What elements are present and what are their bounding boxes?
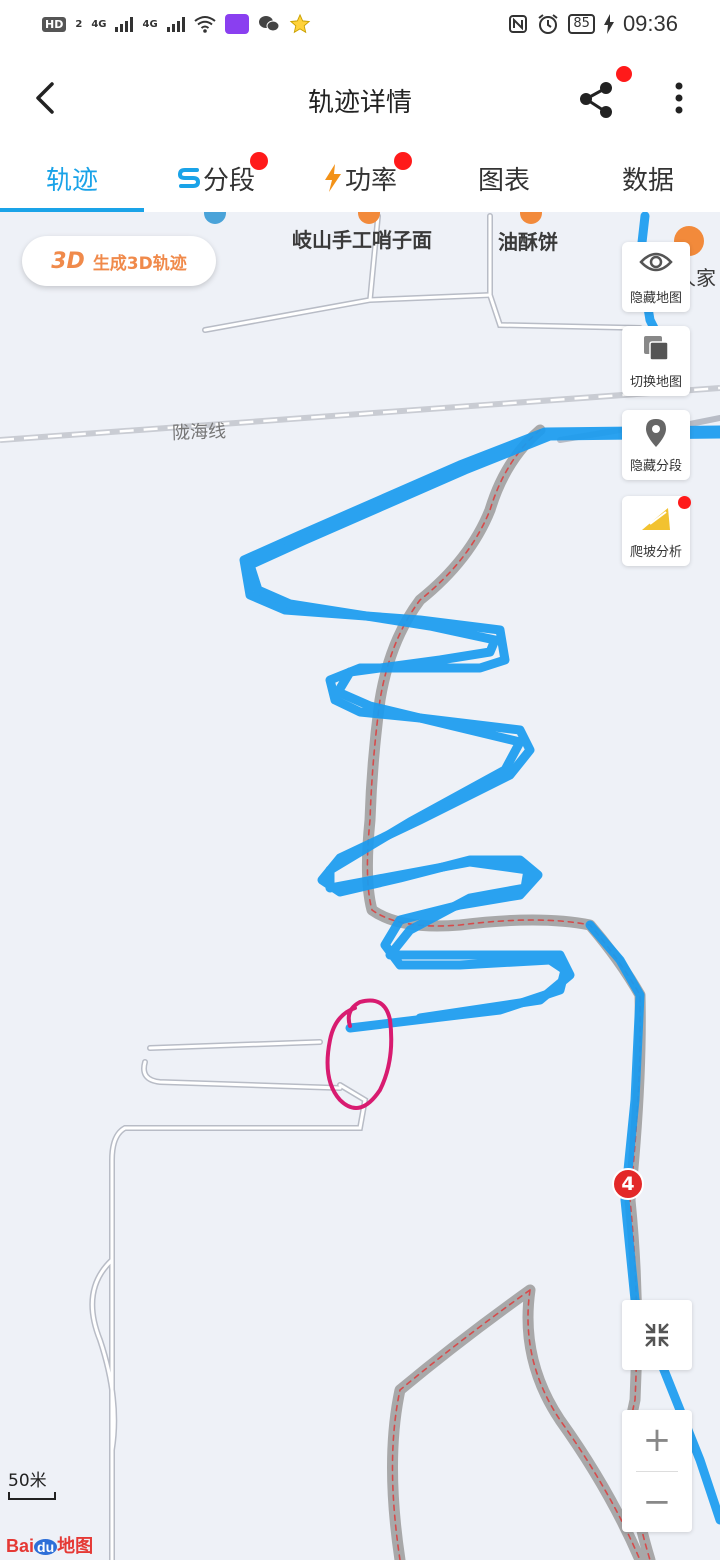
sim-index: 2	[75, 18, 83, 30]
scale-label: 50米	[8, 1471, 47, 1491]
signal-icon	[115, 16, 134, 32]
more-options-button[interactable]	[664, 76, 694, 122]
fit-track-button[interactable]	[622, 1300, 692, 1370]
title-bar: 轨迹详情	[0, 52, 720, 144]
hide-segments-button[interactable]: 隐藏分段	[622, 410, 690, 480]
layers-icon	[644, 336, 669, 361]
app-notification-icon	[224, 14, 249, 34]
poi-label-cake[interactable]: 油酥饼	[498, 226, 558, 255]
map-view[interactable]: 岐山手工哨子面 油酥饼 人家 陇海线 3D 生成3D轨迹 隐藏地图 切换地图 隐…	[0, 212, 720, 1560]
baidu-map-logo: Bai du 地图	[6, 1532, 93, 1558]
wifi-icon	[194, 16, 216, 33]
alarm-icon	[538, 14, 558, 34]
km-marker[interactable]: 4	[612, 1168, 644, 1200]
wechat-icon	[258, 16, 280, 32]
network-type-1: 4G	[91, 18, 107, 30]
status-right: 85 09:36	[508, 11, 678, 37]
more-vertical-icon	[675, 82, 683, 114]
zoom-controls: + −	[622, 1410, 692, 1532]
climb-analysis-notification-dot	[678, 496, 691, 509]
network-type-2: 4G	[142, 18, 158, 30]
status-bar: HD 2 4G 4G 85 09:36	[0, 0, 720, 52]
share-notification-dot	[616, 66, 632, 82]
lightning-icon	[324, 164, 341, 192]
zoom-out-button[interactable]: −	[622, 1472, 692, 1532]
status-left: HD 2 4G 4G	[42, 13, 311, 35]
zoom-in-button[interactable]: +	[622, 1410, 692, 1470]
scale-bar	[8, 1492, 56, 1500]
climb-analysis-button[interactable]: 爬坡分析	[622, 496, 691, 566]
tab-track-label: 轨迹	[45, 165, 98, 196]
tab-segments-notification-dot	[250, 152, 268, 170]
logo-text-bai: Bai	[6, 1536, 35, 1556]
tab-track[interactable]: 轨迹	[0, 144, 144, 212]
battery-level: 85	[568, 14, 595, 34]
signal-icon-2	[166, 16, 185, 32]
tab-segments[interactable]: 分段	[144, 144, 288, 212]
hide-map-label: 隐藏地图	[629, 291, 682, 306]
tab-charts[interactable]: 图表	[432, 144, 576, 212]
tab-charts-label: 图表	[477, 165, 530, 196]
slope-icon	[642, 508, 670, 530]
map-roads-layer	[0, 212, 720, 1560]
segments-icon	[177, 168, 200, 188]
climb-analysis-label: 爬坡分析	[629, 545, 682, 560]
hd-badge: HD	[42, 16, 67, 32]
poi-label-noodles[interactable]: 岐山手工哨子面	[292, 224, 432, 253]
nfc-icon	[509, 15, 528, 33]
tab-segments-label: 分段	[202, 165, 255, 196]
tab-power[interactable]: 功率	[288, 144, 432, 212]
tab-data-label: 数据	[621, 165, 674, 196]
switch-map-label: 切换地图	[629, 375, 682, 390]
map-scale: 50米	[8, 1466, 56, 1500]
hide-segments-label: 隐藏分段	[629, 459, 682, 474]
tab-data[interactable]: 数据	[576, 144, 720, 212]
tab-power-label: 功率	[344, 165, 397, 196]
clock: 09:36	[622, 11, 678, 36]
location-pin-icon	[646, 419, 666, 447]
railway-label: 陇海线	[171, 421, 227, 444]
tab-power-notification-dot	[394, 152, 412, 170]
share-icon	[580, 82, 612, 118]
generate-3d-track-button[interactable]: 3D 生成3D轨迹	[22, 236, 216, 286]
share-button[interactable]	[574, 66, 632, 122]
hide-map-button[interactable]: 隐藏地图	[622, 242, 690, 312]
logo-text-map: 地图	[57, 1536, 94, 1556]
3d-icon: 3D	[51, 248, 85, 274]
charging-icon	[603, 14, 614, 34]
tab-bar: 轨迹 分段 功率 图表 数据	[0, 144, 720, 212]
generate-3d-label: 生成3D轨迹	[92, 253, 187, 274]
logo-text-du: du	[34, 1539, 58, 1555]
star-icon	[289, 13, 310, 34]
switch-map-button[interactable]: 切换地图	[622, 326, 690, 396]
eye-icon	[639, 252, 673, 272]
collapse-arrows-icon	[645, 1323, 669, 1347]
